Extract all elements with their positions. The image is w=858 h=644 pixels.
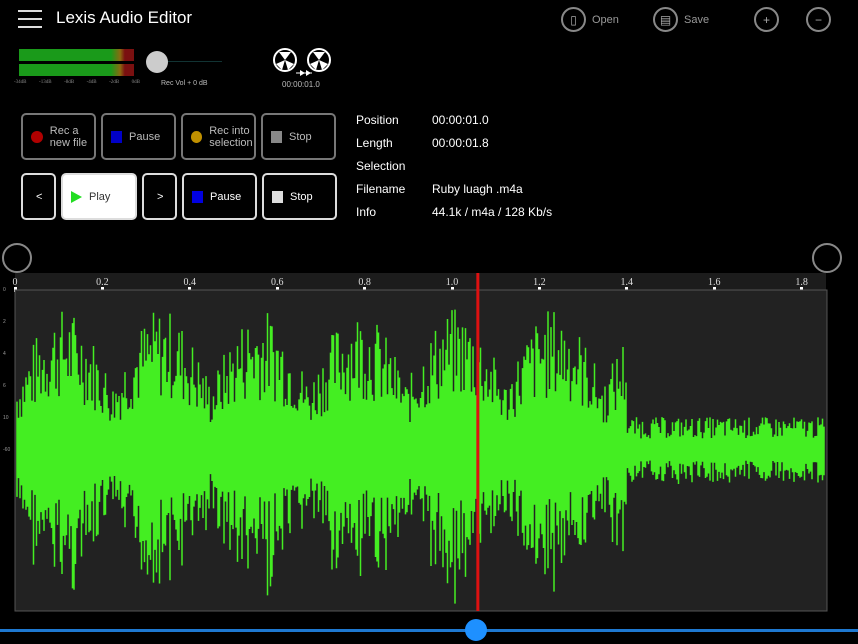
- play-pause-button[interactable]: Pause: [182, 173, 257, 220]
- info-value: Ruby luagh .m4a: [432, 182, 523, 196]
- info-value: 00:00:01.0: [432, 113, 489, 127]
- zoom-out-icon: −: [806, 7, 831, 32]
- time-ruler[interactable]: 0 0.2 0.4 0.6 0.8 1.0 1.2 1.4 1.6 1.8: [13, 273, 826, 292]
- button-label: Rec into selection: [209, 124, 253, 149]
- button-label: Rec a new file: [49, 124, 88, 149]
- amplitude-label: 4: [3, 351, 6, 357]
- open-file-icon: ▯: [561, 7, 586, 32]
- tape-reels-icon: [273, 48, 331, 76]
- button-label: Stop: [290, 190, 313, 203]
- rec-stop-button[interactable]: Stop: [261, 113, 336, 160]
- info-label: Position: [356, 113, 399, 127]
- rec-volume-label: Rec Vol + 0 dB: [161, 80, 208, 87]
- button-label: >: [157, 190, 164, 203]
- waveform[interactable]: [14, 273, 828, 612]
- hamburger-menu-icon[interactable]: [18, 10, 42, 28]
- scrub-thumb[interactable]: [465, 619, 488, 641]
- rec-volume-track[interactable]: [166, 61, 222, 62]
- button-label: Stop: [289, 130, 312, 143]
- zoom-in-icon: +: [754, 7, 779, 32]
- open-label: Open: [592, 13, 619, 26]
- zoom-out-button[interactable]: −: [806, 7, 831, 32]
- amplitude-label: 6: [3, 383, 6, 389]
- meter-label: -8dB: [64, 80, 75, 85]
- right-marker-pin-icon[interactable]: [812, 243, 842, 273]
- zoom-in-button[interactable]: +: [754, 7, 779, 32]
- play-button[interactable]: Play: [61, 173, 137, 220]
- meter-label: -34dB: [14, 80, 27, 85]
- button-label: <: [36, 190, 43, 203]
- next-button[interactable]: >: [142, 173, 177, 220]
- meter-scale: -34dB -13dB -8dB -4dB -2dB 0dB: [14, 80, 140, 85]
- pause-icon: [111, 130, 122, 143]
- level-meter-left: [19, 49, 134, 61]
- stop-icon: [271, 130, 282, 143]
- amplitude-label: 10: [3, 415, 9, 421]
- scrub-track[interactable]: [0, 629, 858, 632]
- play-icon: [71, 190, 82, 203]
- info-label: Filename: [356, 182, 406, 196]
- pause-icon: [192, 190, 203, 203]
- meter-label: -2dB: [109, 80, 120, 85]
- save-label: Save: [684, 13, 710, 26]
- tape-time: 00:00:01.0: [282, 80, 320, 89]
- button-label: Pause: [210, 190, 242, 203]
- rec-volume-slider[interactable]: [146, 51, 168, 73]
- level-meter-right: [19, 64, 134, 76]
- info-value: 44.1k / m4a / 128 Kb/s: [432, 205, 553, 219]
- info-label: Length: [356, 136, 393, 150]
- info-label: Info: [356, 205, 377, 219]
- info-label: Selection: [356, 159, 406, 173]
- rec-pause-button[interactable]: Pause: [101, 113, 176, 160]
- open-button[interactable]: ▯ Open: [561, 7, 619, 32]
- left-marker-pin-icon[interactable]: [2, 243, 32, 273]
- stop-icon: [272, 190, 283, 203]
- play-stop-button[interactable]: Stop: [262, 173, 337, 220]
- button-label: Pause: [129, 130, 161, 143]
- amplitude-label: 2: [3, 319, 6, 325]
- record-dot-icon: [191, 130, 203, 143]
- rec-into-selection-button[interactable]: Rec into selection: [181, 113, 256, 160]
- previous-button[interactable]: <: [21, 173, 56, 220]
- meter-label: -4dB: [86, 80, 97, 85]
- info-value: 00:00:01.8: [432, 136, 489, 150]
- record-dot-icon: [31, 130, 43, 143]
- rec-new-file-button[interactable]: Rec a new file: [21, 113, 96, 160]
- amplitude-label: 0: [3, 287, 6, 293]
- app-title: Lexis Audio Editor: [56, 8, 193, 27]
- meter-label: -13dB: [39, 80, 52, 85]
- button-label: Play: [89, 190, 111, 203]
- save-disk-icon: ▤: [653, 7, 678, 32]
- meter-label: 0dB: [131, 80, 140, 85]
- save-button[interactable]: ▤ Save: [653, 7, 709, 32]
- amplitude-label: -60: [3, 447, 11, 453]
